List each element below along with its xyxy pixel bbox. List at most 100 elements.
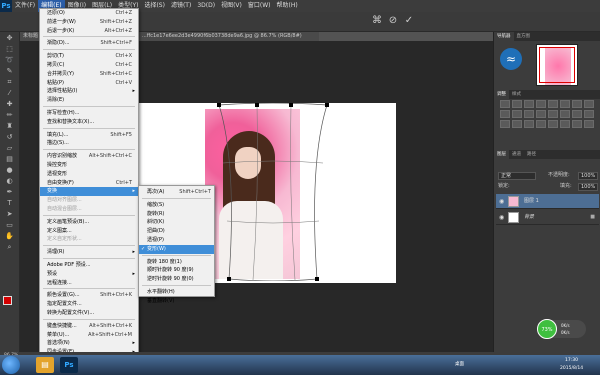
gradient-icon[interactable]: ▤ [4,155,16,164]
quick-select-icon[interactable]: ✎ [4,67,16,76]
transform-menu-item[interactable]: 垂直翻转(V) [139,297,214,306]
bw-icon[interactable] [584,100,594,108]
edit-menu-item[interactable]: 颜色设置(G)... Shift+Ctrl+K [40,291,138,300]
style-icon[interactable] [536,120,546,128]
commit-transform-icon[interactable]: ✓ [403,15,415,27]
transform-menu-item[interactable]: 缩放(S) [139,201,214,210]
clock-date[interactable]: 2015/8/14 [560,366,583,371]
opacity-input[interactable]: 100% [578,172,598,180]
lasso-icon[interactable]: ➰ [4,56,16,65]
transform-menu-item[interactable]: 透视(P) [139,236,214,245]
edit-menu-item[interactable]: 自由变换(F) Ctrl+T [40,179,138,188]
edit-menu-item[interactable]: 粘贴(P) Ctrl+V [40,79,138,88]
posterize-icon[interactable] [548,110,558,118]
style-icon[interactable] [548,120,558,128]
transform-menu-item[interactable]: 水平翻转(H) [139,288,214,297]
color-lookup-icon[interactable] [524,110,534,118]
curves-icon[interactable] [524,100,534,108]
tab-navigator[interactable]: 导航器 [494,32,514,41]
edit-menu-item[interactable]: 首选项(N) ▸ [40,339,138,348]
edit-menu-item[interactable]: 拼写检查(H)... [40,109,138,118]
photo-filter-icon[interactable] [500,110,510,118]
warp-grid[interactable] [215,103,331,281]
edit-menu-item[interactable]: 指定配置文件... [40,300,138,309]
tab-channels[interactable]: 通道 [509,150,524,159]
desktop-label[interactable]: 桌面 [455,361,464,367]
zoom-icon[interactable]: ⌕ [4,243,16,252]
transform-menu-item[interactable]: 顺时针旋转 90 度(9) [139,266,214,275]
cancel-transform-icon[interactable]: ⊘ [387,15,399,27]
brush-icon[interactable]: ✏ [4,111,16,120]
transform-menu-item[interactable]: 再次(A) Shift+Ctrl+T [139,188,214,197]
visibility-eye-icon[interactable]: ◉ [499,210,504,225]
edit-menu-item[interactable]: 内容识别缩放 Alt+Shift+Ctrl+C [40,152,138,161]
edit-menu-item[interactable]: 清理(R) ▸ [40,248,138,257]
levels-icon[interactable] [512,100,522,108]
style-icon[interactable] [500,120,510,128]
edit-menu-item[interactable]: 剪切(T) Ctrl+X [40,52,138,61]
style-icon[interactable] [584,120,594,128]
doc-tab-untitled[interactable]: 未标题 [20,32,40,41]
edit-menu-item[interactable]: 合并拷贝(Y) Shift+Ctrl+C [40,70,138,79]
transform-menu-item[interactable]: 旋转(R) [139,210,214,219]
navigator-view-box[interactable] [539,47,575,83]
edit-menu-item[interactable]: 描边(S)... [40,139,138,148]
pen-icon[interactable]: ✒ [4,188,16,197]
tab-styles[interactable]: 样式 [509,90,524,99]
hue-icon[interactable] [560,100,570,108]
tab-layers[interactable]: 图层 [494,150,509,159]
transform-menu-item[interactable]: ✓ 变形(W) [139,244,214,254]
menu-select[interactable]: 选择(S) [141,0,168,12]
start-button-icon[interactable] [2,356,20,374]
foreground-color-swatch[interactable] [3,296,12,305]
style-icon[interactable] [560,120,570,128]
wifi-icon[interactable]: ≈ [500,48,522,70]
tab-paths[interactable]: 路径 [524,150,539,159]
invert-icon[interactable] [536,110,546,118]
warp-mode-icon[interactable]: ⌘ [371,15,383,27]
edit-menu-item[interactable]: 填充(L)... Shift+F5 [40,131,138,140]
transform-menu-item[interactable]: 逆时针旋转 90 度(0) [139,275,214,284]
edit-menu-item[interactable]: 拷贝(C) Ctrl+C [40,61,138,70]
threshold-icon[interactable] [560,110,570,118]
blend-mode-select[interactable]: 正常 [498,172,536,180]
edit-menu-item[interactable]: 预设 ▸ [40,270,138,279]
visibility-eye-icon[interactable]: ◉ [499,194,504,209]
brightness-icon[interactable] [500,100,510,108]
transform-menu-item[interactable]: 斜切(K) [139,218,214,227]
move-icon[interactable]: ✥ [4,34,16,43]
transform-menu-item[interactable]: 旋转 180 度(1) [139,258,214,267]
edit-menu-item[interactable]: Adobe PDF 预设... [40,261,138,270]
tab-adjustments[interactable]: 调整 [494,90,509,99]
edit-menu-item[interactable]: 查找和替换文本(X)... [40,118,138,127]
menu-filter[interactable]: 滤镜(T) [168,0,194,12]
edit-menu-item[interactable]: 清除(E) [40,96,138,105]
color-balance-icon[interactable] [572,100,582,108]
edit-menu-item[interactable]: 渐隐(D)... Shift+Ctrl+F [40,39,138,48]
type-icon[interactable]: T [4,199,16,208]
edit-menu-item[interactable]: 还原(O) Ctrl+Z [40,9,138,18]
layer-row-1[interactable]: ◉ 图层 1 [496,194,599,209]
edit-menu-item[interactable]: 键盘快捷键... Alt+Shift+Ctrl+K [40,322,138,331]
edit-menu-item[interactable]: 定义画笔预设(B)... [40,218,138,227]
transform-menu-item[interactable]: 扭曲(D) [139,227,214,236]
menu-file[interactable]: 文件(F) [12,0,38,12]
photoshop-taskbar-icon[interactable]: Ps [60,357,78,373]
edit-menu-item[interactable]: 透视变形 [40,170,138,179]
clock-time[interactable]: 17:30 [565,358,578,363]
edit-menu-item[interactable]: 后退一步(K) Alt+Ctrl+Z [40,27,138,36]
edit-menu-item[interactable]: 菜单(U)... Alt+Shift+Ctrl+M [40,331,138,340]
menu-3d[interactable]: 3D(D) [194,0,218,12]
edit-menu-item[interactable]: 定义图案... [40,227,138,236]
stamp-icon[interactable]: ♜ [4,122,16,131]
vibrance-icon[interactable] [548,100,558,108]
style-icon[interactable] [512,120,522,128]
edit-menu-item[interactable]: 变换 ▸ [40,187,138,197]
dodge-icon[interactable]: ◐ [4,177,16,186]
tab-histogram[interactable]: 直方图 [514,32,534,41]
folder-icon[interactable]: ▤ [36,357,54,373]
healing-icon[interactable]: ✚ [4,100,16,109]
navigator-thumbnail[interactable] [536,44,578,86]
edit-menu-item[interactable]: 远程连接... [40,279,138,288]
path-select-icon[interactable]: ➤ [4,210,16,219]
